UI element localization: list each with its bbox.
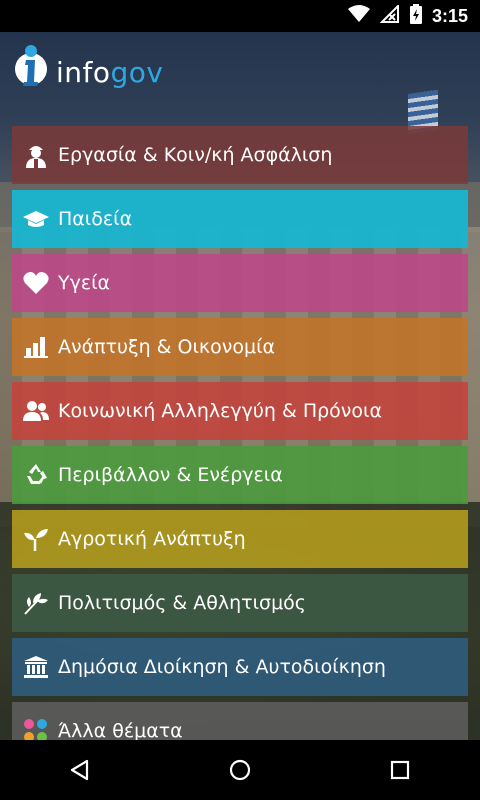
menu-item-label: Παιδεία — [58, 208, 133, 230]
category-menu: Εργασία & Κοιν/κή Ασφάλιση Παιδεία Υγεία… — [12, 126, 468, 766]
wifi-icon — [347, 5, 370, 27]
menu-item-environment[interactable]: Περιβάλλον & Ενέργεια — [12, 446, 468, 504]
menu-item-label: Άλλα θέματα — [58, 720, 183, 742]
signal-off-icon — [379, 3, 400, 27]
menu-item-education[interactable]: Παιδεία — [12, 190, 468, 248]
home-icon — [229, 759, 251, 781]
graduation-cap-icon — [22, 205, 50, 233]
recycle-icon — [22, 461, 50, 489]
menu-item-culture-sports[interactable]: Πολιτισμός & Αθλητισμός — [12, 574, 468, 632]
info-logo-icon — [14, 44, 48, 100]
people-icon — [22, 397, 50, 425]
menu-item-label: Ανάπτυξη & Οικονομία — [58, 336, 276, 358]
menu-item-agriculture[interactable]: Αγροτική Ανάπτυξη — [12, 510, 468, 568]
worker-icon — [22, 141, 50, 169]
menu-item-social-welfare[interactable]: Κοινωνική Αλληλεγγύη & Πρόνοια — [12, 382, 468, 440]
app-title: infogov — [56, 56, 164, 89]
back-icon — [70, 759, 89, 781]
menu-item-employment[interactable]: Εργασία & Κοιν/κή Ασφάλιση — [12, 126, 468, 184]
app-logo: infogov — [14, 42, 164, 102]
menu-item-label: Περιβάλλον & Ενέργεια — [58, 464, 283, 486]
menu-item-label: Αγροτική Ανάπτυξη — [58, 528, 246, 550]
app-title-prefix: info — [56, 55, 111, 89]
leaf-icon — [22, 589, 50, 617]
heart-icon — [22, 269, 50, 297]
menu-item-health[interactable]: Υγεία — [12, 254, 468, 312]
recents-button[interactable] — [370, 740, 430, 800]
institution-icon — [22, 653, 50, 681]
recents-icon — [390, 760, 410, 780]
menu-item-label: Πολιτισμός & Αθλητισμός — [58, 592, 306, 614]
status-bar: 3:15 — [0, 0, 480, 32]
battery-charging-icon — [409, 4, 422, 28]
sprout-icon — [22, 525, 50, 553]
home-button[interactable] — [210, 740, 270, 800]
back-button[interactable] — [50, 740, 110, 800]
menu-item-label: Δημόσια Διοίκηση & Αυτοδιοίκηση — [58, 656, 386, 678]
bar-chart-icon — [22, 333, 50, 361]
menu-item-label: Υγεία — [58, 272, 111, 294]
menu-item-economy[interactable]: Ανάπτυξη & Οικονομία — [12, 318, 468, 376]
app-title-suffix: gov — [110, 55, 164, 89]
menu-item-label: Κοινωνική Αλληλεγγύη & Πρόνοια — [58, 400, 382, 422]
status-time: 3:15 — [431, 5, 468, 26]
menu-item-public-administration[interactable]: Δημόσια Διοίκηση & Αυτοδιοίκηση — [12, 638, 468, 696]
menu-item-label: Εργασία & Κοιν/κή Ασφάλιση — [58, 144, 333, 166]
navigation-bar — [0, 740, 480, 800]
